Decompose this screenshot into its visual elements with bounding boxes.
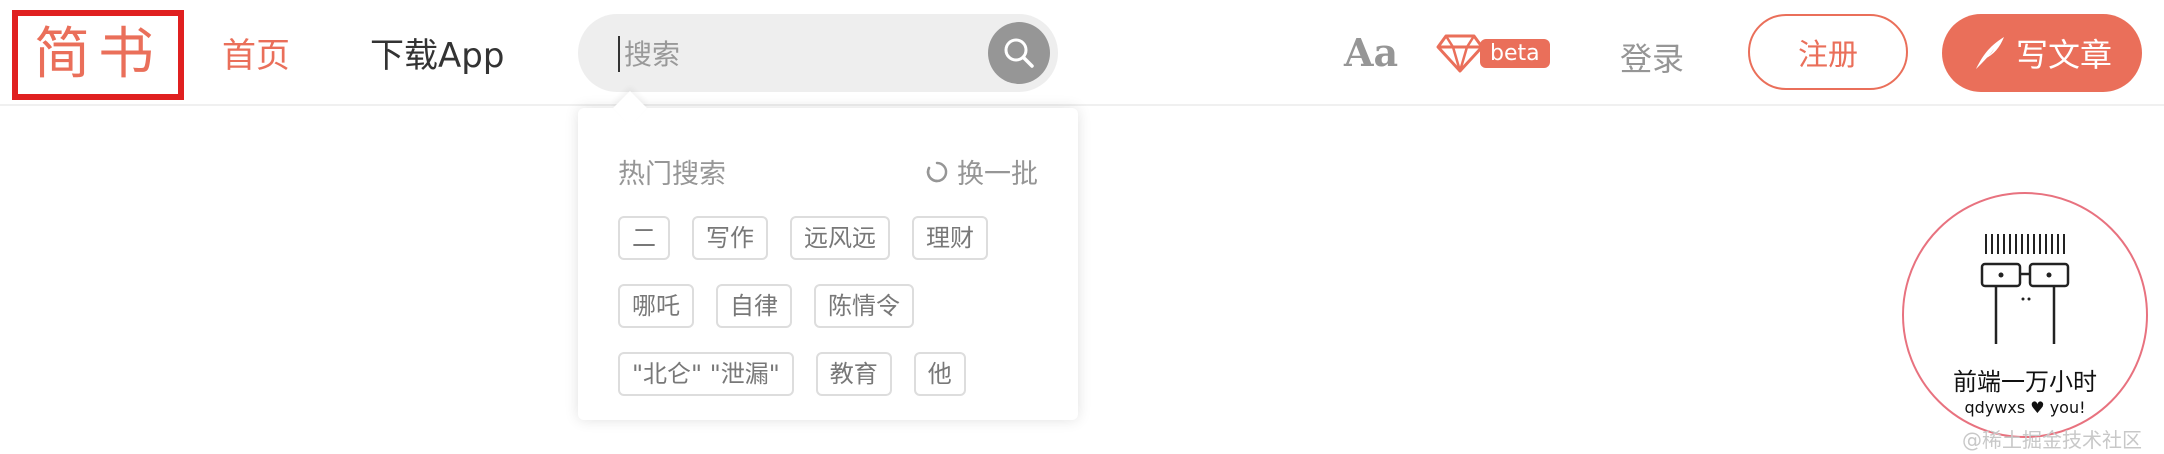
beta-badge: beta [1480,38,1550,68]
top-navbar: 简书 首页 下载App Aa beta 登录 注册 写文章 [0,0,2164,106]
author-tagline: qdywxs ♥ you! [1964,398,2086,417]
hot-search-tag[interactable]: 教育 [815,352,892,396]
search-icon [1004,38,1034,68]
tag-row: 哪吒 自律 陈情令 [618,284,1058,328]
hot-search-dropdown: 热门搜索 换一批 二 写作 远风远 理财 哪吒 自律 陈情令 "北仑" "泄漏"… [578,91,1078,420]
beta-diamond-link[interactable]: beta [1436,28,1550,78]
hot-search-tag[interactable]: 理财 [912,216,988,260]
refresh-batch-label: 换一批 [957,159,1038,190]
font-size-icon[interactable]: Aa [1344,30,1398,75]
write-article-button[interactable]: 写文章 [1942,14,2142,92]
hot-search-tag[interactable]: 远风远 [790,216,890,260]
login-link[interactable]: 登录 [1620,34,1684,80]
author-name: 前端一万小时 [1953,368,2097,396]
search-input[interactable] [618,36,966,72]
hot-search-tags: 二 写作 远风远 理财 哪吒 自律 陈情令 "北仑" "泄漏" 教育 他 [618,216,1058,420]
tag-row: "北仑" "泄漏" 教育 他 [618,352,1058,396]
write-article-label: 写文章 [2015,36,2112,74]
hot-search-tag[interactable]: 他 [913,352,966,396]
nav-home-link[interactable]: 首页 [222,28,290,77]
hot-search-title: 热门搜索 [618,159,726,190]
hot-search-tag[interactable]: 自律 [716,284,792,328]
search-bar [578,14,1058,92]
watermark: @稀土掘金技术社区 [1962,428,2142,452]
refresh-batch-button[interactable]: 换一批 [925,152,1038,191]
character-illustration [1980,234,2070,344]
diamond-icon [1436,34,1484,73]
refresh-icon [926,161,948,182]
tag-row: 二 写作 远风远 理财 [618,216,1058,260]
search-button[interactable] [988,22,1050,84]
feather-pen-icon [1972,35,2006,71]
hot-search-tag[interactable]: 写作 [692,216,768,260]
site-logo[interactable]: 简书 [34,27,162,83]
hot-search-tag[interactable]: 二 [618,216,670,260]
hot-search-tag[interactable]: 哪吒 [618,284,694,328]
logo-highlight-box[interactable]: 简书 [12,10,184,100]
hot-search-tag[interactable]: 陈情令 [814,284,914,328]
nav-download-app-link[interactable]: 下载App [370,28,504,77]
register-button[interactable]: 注册 [1748,14,1908,90]
hot-search-tag[interactable]: "北仑" "泄漏" [618,352,794,396]
author-avatar-badge: 前端一万小时 qdywxs ♥ you! [1902,192,2148,438]
register-button-label: 注册 [1798,38,1858,73]
